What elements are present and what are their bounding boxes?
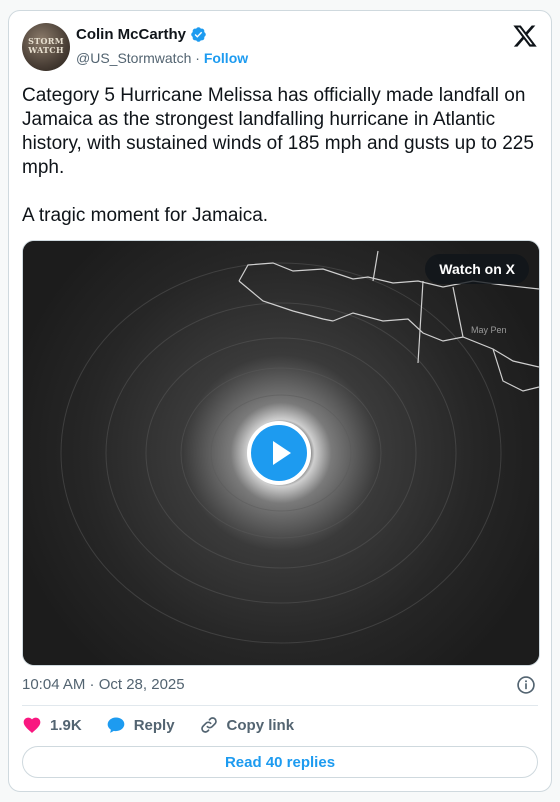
info-icon[interactable] [516,675,536,695]
reply-button[interactable]: Reply [106,715,175,735]
follow-link[interactable]: Follow [204,50,248,66]
play-button[interactable] [247,421,311,485]
like-count: 1.9K [50,716,82,734]
divider [22,705,538,706]
author-name-row: Colin McCarthy [76,26,207,43]
like-button[interactable]: 1.9K [22,715,82,735]
reply-label: Reply [133,716,175,734]
action-bar: 1.9K Reply Copy link [22,714,318,736]
avatar-logo-text: STORM WATCH [28,36,64,55]
copy-link-label: Copy link [226,716,295,734]
play-icon [273,441,291,465]
verified-badge-icon [191,27,206,42]
separator-dot: · [191,50,204,66]
copy-link-button[interactable]: Copy link [199,715,295,735]
x-logo-icon[interactable] [512,23,538,49]
author-name[interactable]: Colin McCarthy [76,26,186,43]
map-city-label: May Pen [471,325,507,335]
read-replies-button[interactable]: Read 40 replies [22,746,538,778]
author-handle[interactable]: @US_Stormwatch [76,50,191,66]
tweet-card: STORM WATCH Colin McCarthy @US_Stormwatc… [8,10,552,792]
watch-on-x-button[interactable]: Watch on X [425,254,529,284]
reply-bubble-icon [107,717,125,733]
tweet-header: STORM WATCH Colin McCarthy @US_Stormwatc… [22,23,538,73]
heart-icon [23,717,41,733]
video-player[interactable]: May Pen Watch on X [22,240,540,666]
avatar[interactable]: STORM WATCH [22,23,70,71]
link-icon [200,717,217,733]
author-handle-row: @US_Stormwatch · Follow [76,50,248,66]
tweet-timestamp[interactable]: 10:04 AM · Oct 28, 2025 [22,676,185,693]
tweet-text: Category 5 Hurricane Melissa has officia… [22,85,534,226]
